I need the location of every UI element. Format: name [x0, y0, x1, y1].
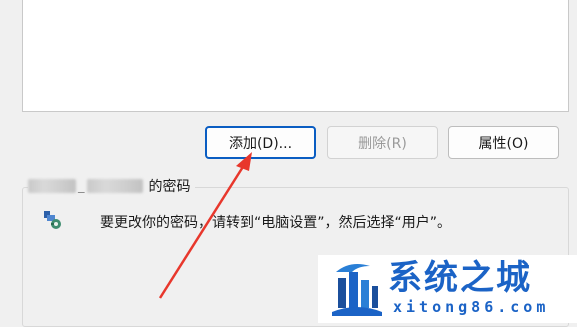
- watermark-url: xitong86.com: [393, 298, 550, 316]
- watermark-title: 系统之城: [388, 258, 532, 298]
- castle-logo: [332, 264, 382, 316]
